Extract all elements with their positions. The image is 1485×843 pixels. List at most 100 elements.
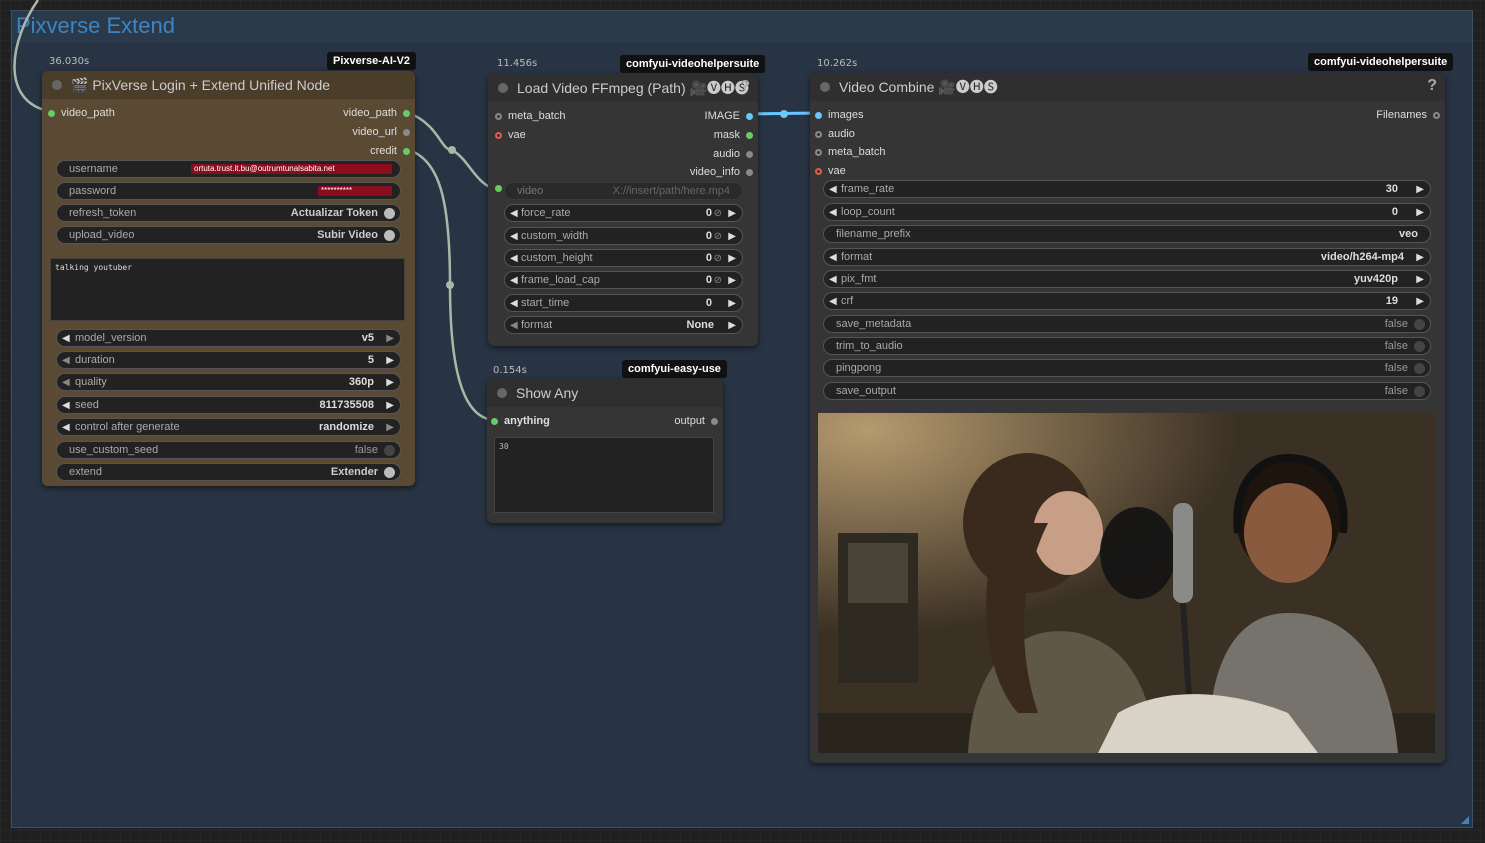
increment-arrow[interactable]: ▶ xyxy=(728,253,736,264)
format-combo[interactable]: ◀ format video/h264-mp4 ▶ xyxy=(823,248,1431,266)
filename-prefix-field[interactable]: filename_prefix veo xyxy=(823,225,1431,243)
decrement-arrow[interactable]: ◀ xyxy=(510,320,518,331)
decrement-arrow[interactable]: ◀ xyxy=(510,298,518,309)
decrement-arrow[interactable]: ◀ xyxy=(62,333,70,344)
increment-arrow[interactable]: ▶ xyxy=(728,320,736,331)
increment-arrow[interactable]: ▶ xyxy=(1416,252,1424,263)
disable-icon[interactable]: ⊘ xyxy=(714,208,722,219)
slot-dot[interactable] xyxy=(815,130,822,138)
slot-dot[interactable] xyxy=(815,148,822,156)
toggle-knob[interactable] xyxy=(1414,385,1425,397)
save-metadata-toggle[interactable]: save_metadata false xyxy=(823,315,1431,333)
node-load-video-ffmpeg[interactable]: Load Video FFmpeg (Path) 🎥🅥🅗🅢 ? meta_bat… xyxy=(488,74,758,346)
slot-dot[interactable] xyxy=(746,168,753,176)
frame-load-cap-number[interactable]: ◀ frame_load_cap 0 ⊘ ▶ xyxy=(504,271,743,289)
input-slot-meta-batch[interactable]: meta_batch xyxy=(815,146,885,158)
decrement-arrow[interactable]: ◀ xyxy=(62,355,70,366)
toggle-knob[interactable] xyxy=(384,229,395,241)
decrement-arrow[interactable]: ◀ xyxy=(829,252,837,263)
node-header[interactable]: Video Combine 🎥🅥🅗🅢 xyxy=(810,73,1445,101)
refresh-token-button[interactable]: refresh_token Actualizar Token xyxy=(56,204,401,222)
slot-dot[interactable] xyxy=(495,112,502,120)
custom-width-number[interactable]: ◀ custom_width 0 ⊘ ▶ xyxy=(504,227,743,245)
output-slot-video-path[interactable]: video_path xyxy=(343,107,410,119)
node-video-combine[interactable]: Video Combine 🎥🅥🅗🅢 ? images audio meta_b… xyxy=(810,73,1445,763)
disable-icon[interactable]: ⊘ xyxy=(714,231,722,242)
input-slot-audio[interactable]: audio xyxy=(815,128,855,140)
slot-dot[interactable] xyxy=(815,111,822,119)
slot-dot[interactable] xyxy=(711,417,718,425)
input-slot-vae[interactable]: vae xyxy=(815,165,846,177)
slot-dot[interactable] xyxy=(815,167,822,175)
increment-arrow[interactable]: ▶ xyxy=(386,355,394,366)
output-text-display[interactable]: 30 xyxy=(494,437,714,513)
increment-arrow[interactable]: ▶ xyxy=(386,422,394,433)
input-slot-anything[interactable]: anything xyxy=(491,415,550,427)
toggle-knob[interactable] xyxy=(1414,362,1425,374)
trim-to-audio-toggle[interactable]: trim_to_audio false xyxy=(823,337,1431,355)
quality-combo[interactable]: ◀ quality 360p ▶ xyxy=(56,373,401,391)
increment-arrow[interactable]: ▶ xyxy=(728,231,736,242)
model-version-combo[interactable]: ◀ model_version v5 ▶ xyxy=(56,329,401,347)
slot-dot[interactable] xyxy=(403,109,410,117)
collapse-toggle[interactable] xyxy=(820,82,830,92)
video-path-field[interactable]: video X://insert/path/here.mp4 xyxy=(504,182,743,200)
node-pixverse-login-extend[interactable]: 🎬 PixVerse Login + Extend Unified Node v… xyxy=(42,71,415,486)
use-custom-seed-toggle[interactable]: use_custom_seed false xyxy=(56,441,401,459)
disable-icon[interactable]: ⊘ xyxy=(714,253,722,264)
toggle-knob[interactable] xyxy=(384,444,395,456)
slot-dot[interactable] xyxy=(495,185,502,192)
start-time-number[interactable]: ◀ start_time 0 ▶ xyxy=(504,294,743,312)
node-header[interactable]: 🎬 PixVerse Login + Extend Unified Node xyxy=(42,71,415,99)
output-slot-audio[interactable]: audio xyxy=(713,148,753,160)
seed-number[interactable]: ◀ seed 811735508 ▶ xyxy=(56,396,401,414)
increment-arrow[interactable]: ▶ xyxy=(728,208,736,219)
node-header[interactable]: Show Any xyxy=(487,379,723,407)
collapse-toggle[interactable] xyxy=(52,80,62,90)
increment-arrow[interactable]: ▶ xyxy=(1416,274,1424,285)
loop-count-number[interactable]: ◀ loop_count 0 ▶ xyxy=(823,203,1431,221)
decrement-arrow[interactable]: ◀ xyxy=(829,274,837,285)
output-slot-video-url[interactable]: video_url xyxy=(352,126,410,138)
output-slot-mask[interactable]: mask xyxy=(714,129,753,141)
toggle-knob[interactable] xyxy=(384,466,395,478)
collapse-toggle[interactable] xyxy=(497,388,507,398)
slot-dot[interactable] xyxy=(746,112,753,120)
help-icon[interactable]: ? xyxy=(1427,77,1437,95)
custom-height-number[interactable]: ◀ custom_height 0 ⊘ ▶ xyxy=(504,249,743,267)
help-icon[interactable]: ? xyxy=(740,78,750,96)
decrement-arrow[interactable]: ◀ xyxy=(510,253,518,264)
decrement-arrow[interactable]: ◀ xyxy=(829,207,837,218)
input-slot-video-path[interactable]: video_path xyxy=(48,107,115,119)
slot-dot[interactable] xyxy=(1433,111,1440,119)
output-slot-output[interactable]: output xyxy=(674,415,718,427)
increment-arrow[interactable]: ▶ xyxy=(1416,184,1424,195)
node-header[interactable]: Load Video FFmpeg (Path) 🎥🅥🅗🅢 xyxy=(488,74,758,102)
decrement-arrow[interactable]: ◀ xyxy=(829,184,837,195)
increment-arrow[interactable]: ▶ xyxy=(386,377,394,388)
password-field[interactable]: password ********** xyxy=(56,182,401,200)
collapse-toggle[interactable] xyxy=(498,83,508,93)
decrement-arrow[interactable]: ◀ xyxy=(510,275,518,286)
extend-button[interactable]: extend Extender xyxy=(56,463,401,481)
increment-arrow[interactable]: ▶ xyxy=(386,400,394,411)
decrement-arrow[interactable]: ◀ xyxy=(829,296,837,307)
increment-arrow[interactable]: ▶ xyxy=(1416,207,1424,218)
pix-fmt-combo[interactable]: ◀ pix_fmt yuv420p ▶ xyxy=(823,270,1431,288)
pingpong-toggle[interactable]: pingpong false xyxy=(823,359,1431,377)
increment-arrow[interactable]: ▶ xyxy=(728,298,736,309)
slot-dot[interactable] xyxy=(495,131,502,139)
decrement-arrow[interactable]: ◀ xyxy=(62,400,70,411)
output-slot-credit[interactable]: credit xyxy=(370,145,410,157)
frame-rate-number[interactable]: ◀ frame_rate 30 ▶ xyxy=(823,180,1431,198)
disable-icon[interactable]: ⊘ xyxy=(714,275,722,286)
decrement-arrow[interactable]: ◀ xyxy=(510,231,518,242)
input-slot-images[interactable]: images xyxy=(815,109,863,121)
slot-dot[interactable] xyxy=(491,417,498,425)
toggle-knob[interactable] xyxy=(384,207,395,219)
input-slot-meta-batch[interactable]: meta_batch xyxy=(495,110,565,122)
slot-dot[interactable] xyxy=(48,109,55,117)
duration-combo[interactable]: ◀ duration 5 ▶ xyxy=(56,351,401,369)
toggle-knob[interactable] xyxy=(1414,340,1425,352)
video-preview[interactable] xyxy=(818,413,1435,753)
